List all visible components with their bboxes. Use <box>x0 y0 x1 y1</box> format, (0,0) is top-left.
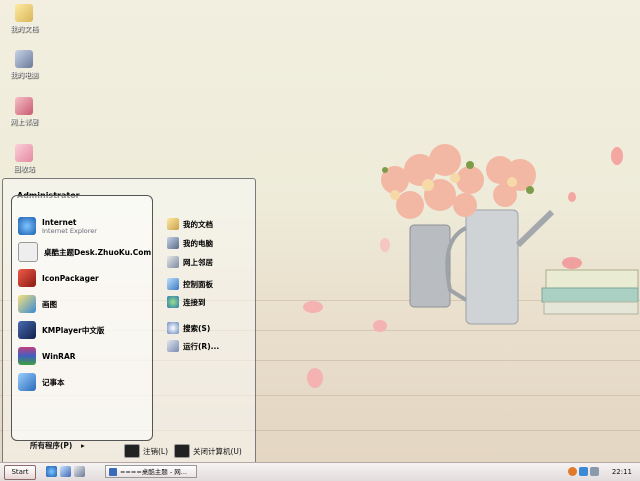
logoff-label: 注销(L) <box>143 446 169 456</box>
start-item-kmplayer[interactable]: KMPlayer中文版 <box>18 320 104 340</box>
desktop-icon-label: 回收站 <box>13 165 35 173</box>
desktop-icon-my-computer[interactable]: 我的电脑 <box>4 50 44 80</box>
recycle-bin-icon <box>15 144 33 162</box>
window-app-icon <box>109 468 117 476</box>
start-item-notepad[interactable]: 记事本 <box>18 372 65 392</box>
start-right-my-computer[interactable]: 我的电脑 <box>167 236 213 250</box>
start-menu-programs-panel: Internet Internet Explorer 桌酷主题Desk.Zhuo… <box>11 195 153 450</box>
arrow-right-icon: ▸ <box>80 441 85 450</box>
start-item-internet[interactable]: Internet Internet Explorer <box>18 216 97 236</box>
control-panel-icon <box>167 278 179 290</box>
shutdown-button[interactable]: 关闭计算机(U) <box>174 444 242 458</box>
start-right-label: 我的文档 <box>183 219 213 229</box>
start-item-title: Internet <box>42 217 77 227</box>
taskbar-clock[interactable]: 22:11 <box>612 468 632 476</box>
paint-icon <box>18 295 36 313</box>
start-item-title: 画图 <box>42 299 57 309</box>
tray-user-icon[interactable] <box>568 467 577 476</box>
winrar-icon <box>18 347 36 365</box>
quicklaunch-desktop-icon[interactable] <box>60 466 71 477</box>
start-right-label: 运行(R)... <box>183 341 220 351</box>
start-item-title: 桌酷主题Desk.ZhuoKu.Com <box>44 247 152 257</box>
system-tray: 22:11 <box>568 465 636 478</box>
search-icon <box>167 322 179 334</box>
zhuoku-theme-icon <box>18 242 38 262</box>
start-item-title: KMPlayer中文版 <box>42 325 105 335</box>
tray-volume-icon[interactable] <box>590 467 599 476</box>
start-item-paint[interactable]: 画图 <box>18 294 57 314</box>
run-icon <box>167 340 179 352</box>
shutdown-label: 关闭计算机(U) <box>193 446 242 456</box>
desktop-icon-label: 我的电脑 <box>10 71 38 79</box>
start-right-search[interactable]: 搜索(S) <box>167 321 210 335</box>
connect-to-icon <box>167 296 179 308</box>
start-right-control-panel[interactable]: 控制面板 <box>167 277 213 291</box>
desktop-icon-label: 我的文档 <box>10 25 38 33</box>
all-programs-button[interactable]: 所有程序(P) ▸ <box>30 440 85 451</box>
start-right-label: 连接到 <box>183 297 206 307</box>
quicklaunch-media-icon[interactable] <box>74 466 85 477</box>
logoff-button[interactable]: 注销(L) <box>124 444 168 458</box>
start-right-run[interactable]: 运行(R)... <box>167 339 219 353</box>
tray-network-icon[interactable] <box>579 467 588 476</box>
start-right-label: 我的电脑 <box>183 238 213 248</box>
start-item-title: WinRAR <box>42 351 76 361</box>
network-places-icon <box>167 256 179 268</box>
start-item-zhuoku[interactable]: 桌酷主题Desk.ZhuoKu.Com <box>18 242 151 262</box>
desktop-icon-recycle-bin[interactable]: 回收站 <box>4 144 44 174</box>
start-right-label: 控制面板 <box>183 279 213 289</box>
all-programs-label: 所有程序(P) <box>30 441 73 450</box>
desktop-icon-network[interactable]: 网上邻居 <box>4 97 44 127</box>
start-item-iconpackager[interactable]: IconPackager <box>18 268 99 288</box>
start-right-connect[interactable]: 连接到 <box>167 295 206 309</box>
taskbar-window-title: ====桌酷主题 - 网... <box>120 468 187 476</box>
start-right-network[interactable]: 网上邻居 <box>167 255 213 269</box>
start-item-winrar[interactable]: WinRAR <box>18 346 76 366</box>
desktop-icon-my-documents[interactable]: 我的文档 <box>4 4 44 34</box>
my-computer-icon <box>15 50 33 68</box>
my-documents-icon <box>15 4 33 22</box>
start-item-title: 记事本 <box>42 377 65 387</box>
start-right-my-documents[interactable]: 我的文档 <box>167 217 213 231</box>
my-documents-icon <box>167 218 179 230</box>
start-menu: Administrator Internet Internet Explorer… <box>2 178 256 463</box>
power-icon <box>174 444 190 458</box>
iconpackager-icon <box>18 269 36 287</box>
taskbar-window-button[interactable]: ====桌酷主题 - 网... <box>105 465 197 478</box>
network-places-icon <box>15 97 33 115</box>
start-item-subtitle: Internet Explorer <box>42 226 97 235</box>
internet-explorer-icon <box>18 217 36 235</box>
taskbar: Start ====桌酷主题 - 网... 22:11 <box>0 462 640 481</box>
my-computer-icon <box>167 237 179 249</box>
quicklaunch-ie-icon[interactable] <box>46 466 57 477</box>
start-button[interactable]: Start <box>4 465 36 480</box>
kmplayer-icon <box>18 321 36 339</box>
logoff-icon <box>124 444 140 458</box>
start-right-label: 搜索(S) <box>183 323 211 333</box>
start-item-title: IconPackager <box>42 273 99 283</box>
notepad-icon <box>18 373 36 391</box>
desktop-icon-label: 网上邻居 <box>10 118 38 126</box>
start-right-label: 网上邻居 <box>183 257 213 267</box>
